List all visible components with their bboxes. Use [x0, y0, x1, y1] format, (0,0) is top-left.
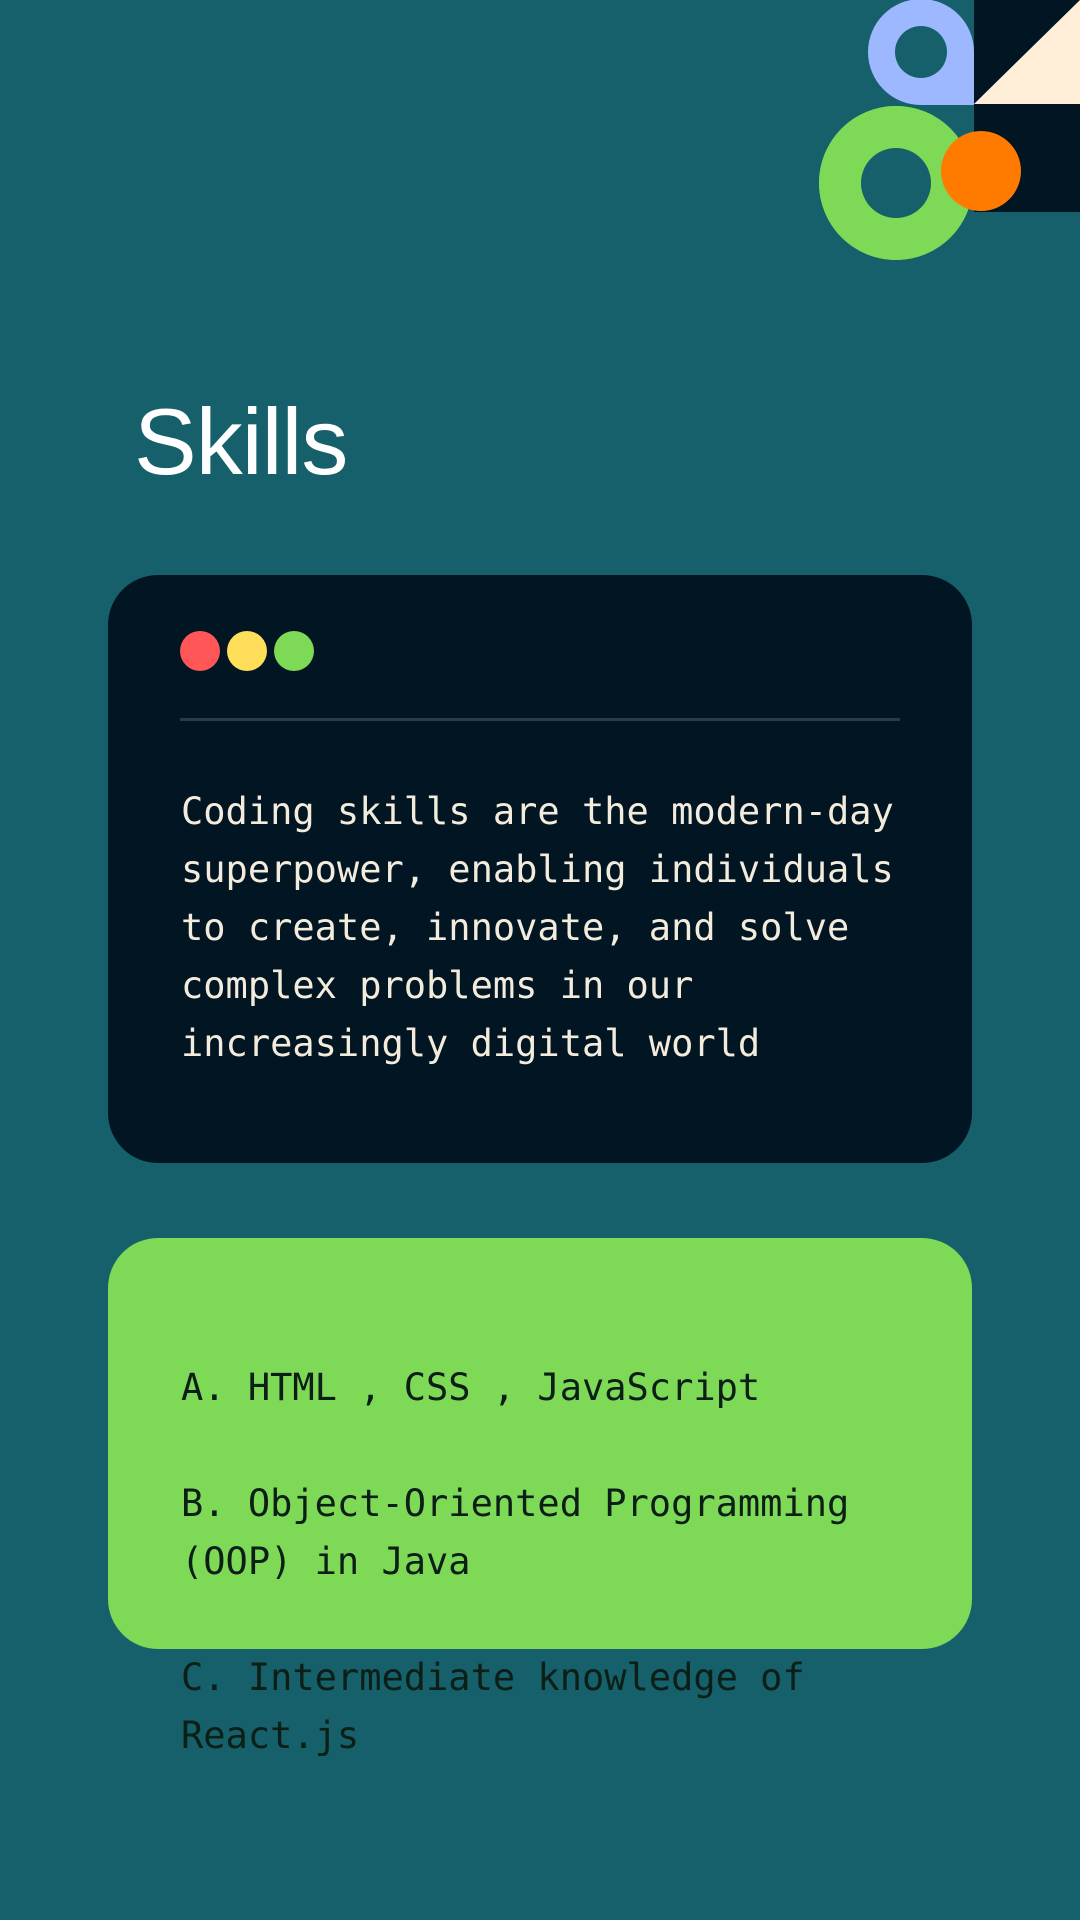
- green-ring-hole: [861, 148, 931, 218]
- green-ring-outer: [819, 106, 973, 260]
- yellow-dot-icon: [227, 631, 267, 671]
- skill-item-oop-java: B. Object-Oriented Programming (OOP) in …: [181, 1482, 850, 1583]
- skills-card: A. HTML , CSS , JavaScript B. Object-Ori…: [108, 1238, 972, 1757]
- navy-cutout-shape: [973, 104, 1080, 212]
- decorative-shapes: [819, 0, 1080, 260]
- skills-list: A. HTML , CSS , JavaScript B. Object-Ori…: [181, 1301, 849, 1823]
- window-controls: [180, 631, 314, 671]
- green-ring-shape: [819, 105, 973, 260]
- green-dot-icon: [274, 631, 314, 671]
- terminal-body-text: Coding skills are the modern-day superpo…: [181, 790, 894, 1065]
- navy-quarter-shape: [974, 0, 1080, 212]
- skill-item-html-css-js: A. HTML , CSS , JavaScript: [181, 1366, 761, 1409]
- terminal-card: Coding skills are the modern-day superpo…: [108, 575, 972, 1163]
- terminal-divider: [180, 718, 900, 721]
- skill-item-react: C. Intermediate knowledge of React.js: [181, 1656, 805, 1757]
- page-title: Skills: [134, 389, 348, 494]
- lavender-ring-shape: [868, 0, 974, 105]
- red-dot-icon: [180, 631, 220, 671]
- cream-triangle-shape: [974, 0, 1080, 104]
- orange-circle-shape: [941, 131, 1021, 211]
